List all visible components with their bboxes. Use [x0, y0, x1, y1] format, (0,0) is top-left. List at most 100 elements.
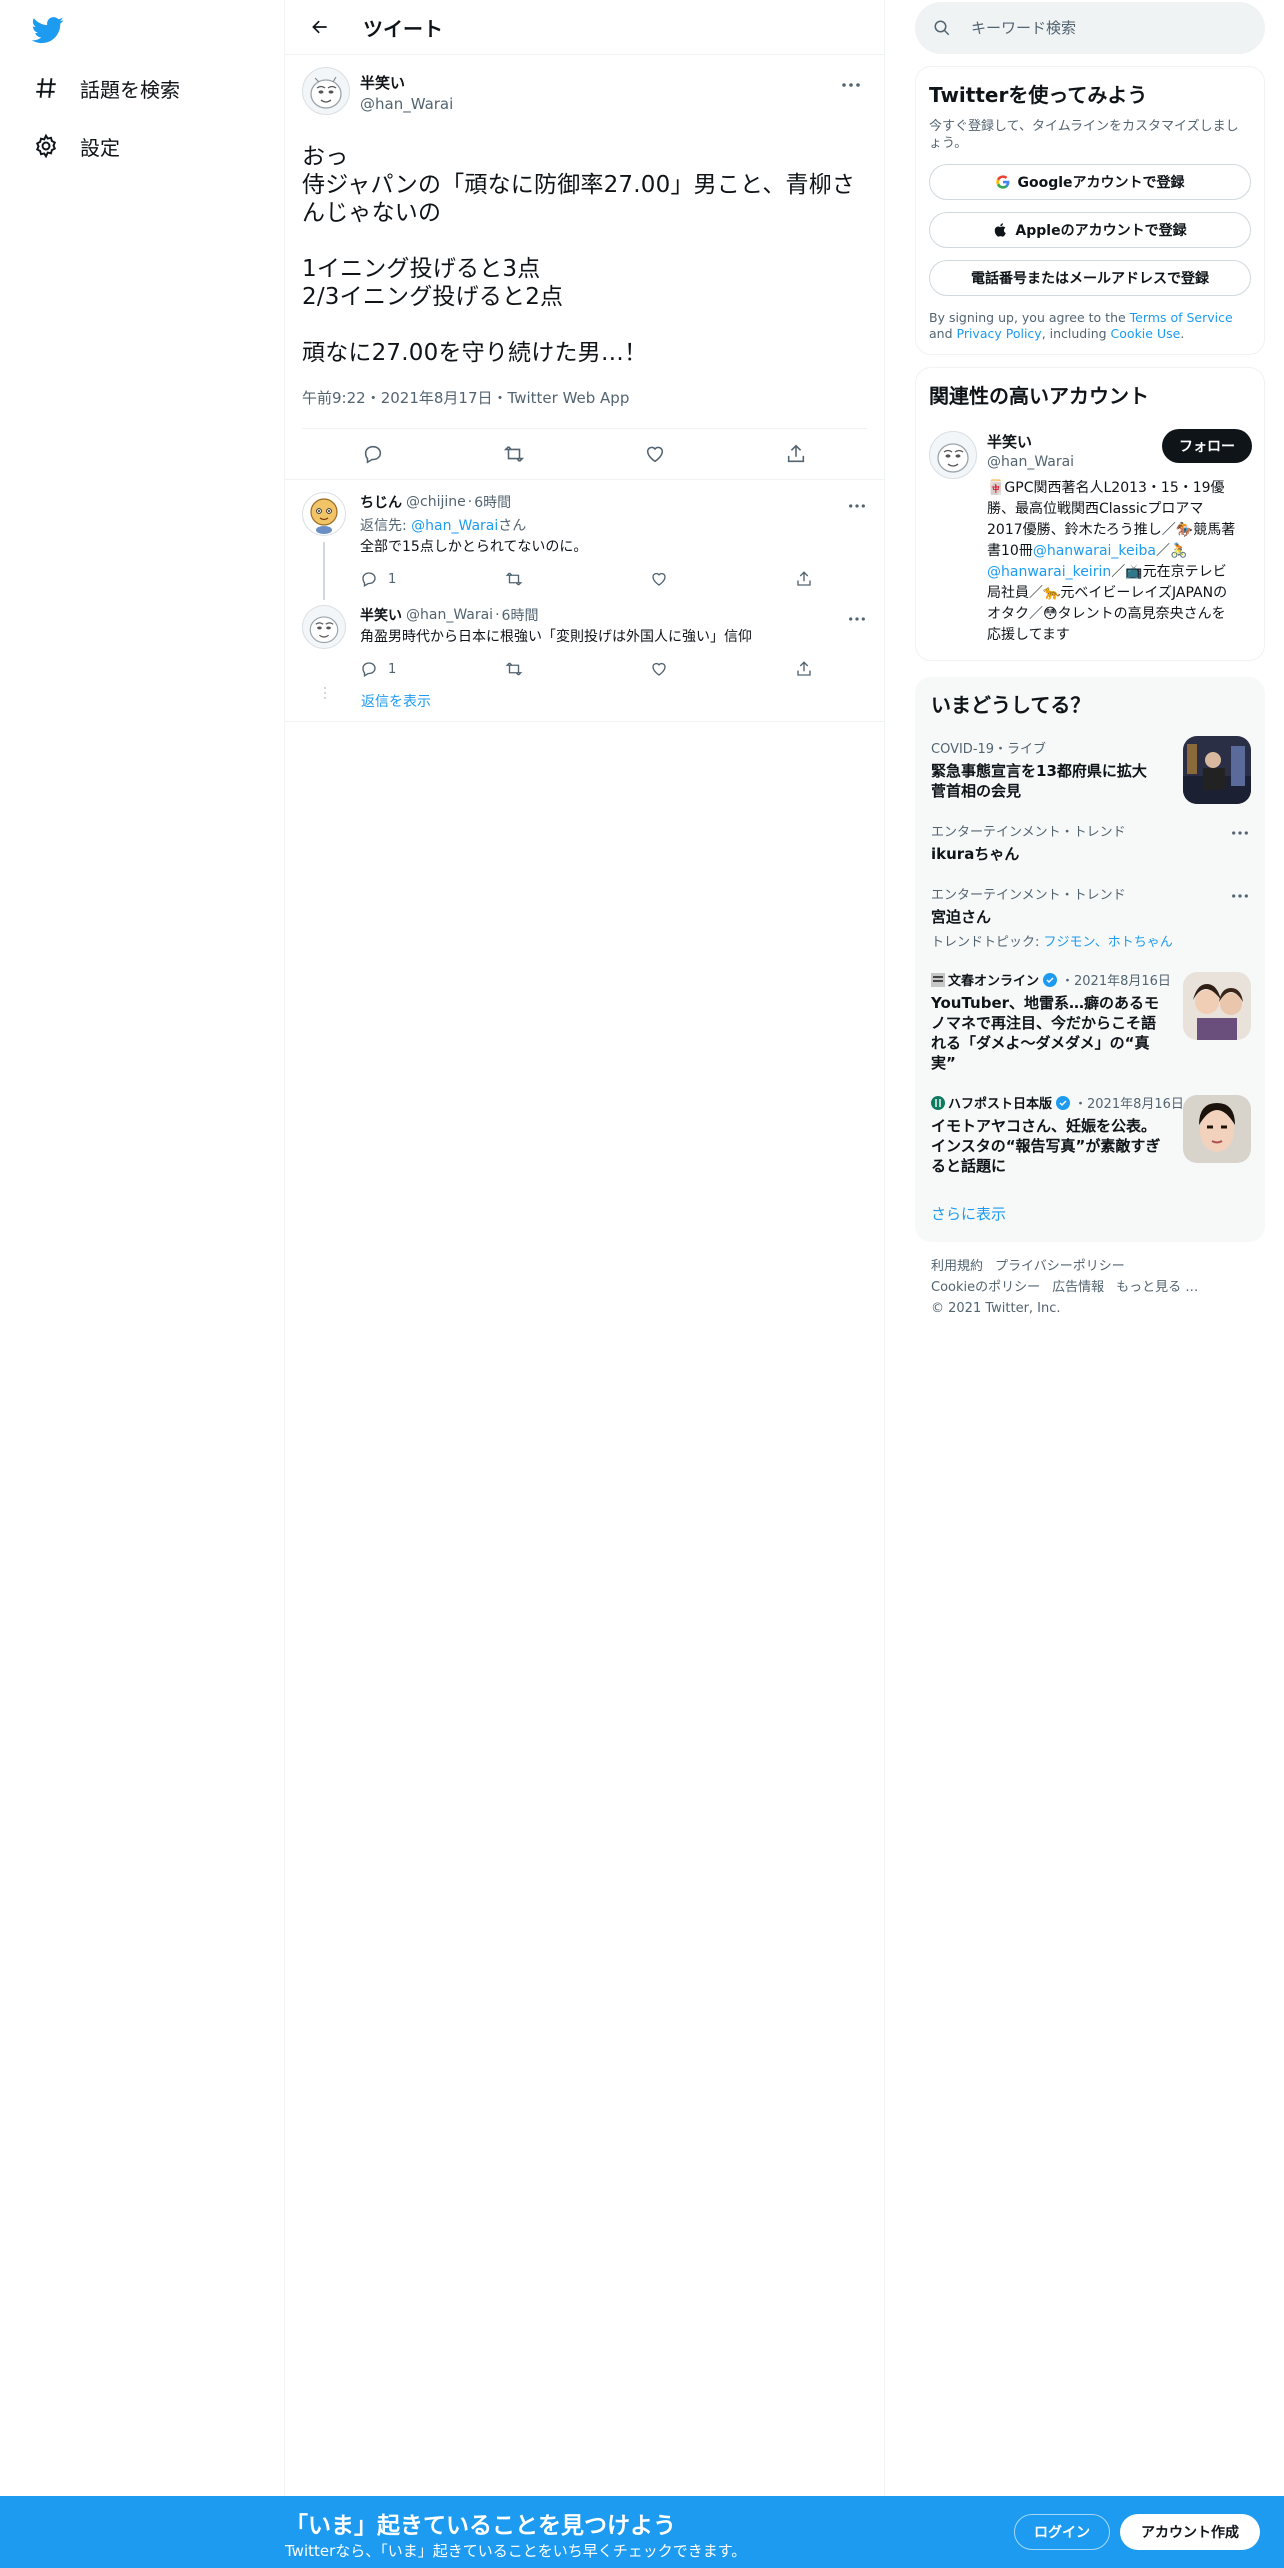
like-button[interactable]: [637, 436, 673, 472]
share-button[interactable]: [778, 436, 814, 472]
footer-link[interactable]: もっと見る …: [1116, 1280, 1198, 1295]
nav-explore[interactable]: 話題を検索: [32, 68, 180, 108]
replying-to-handle[interactable]: @han_Warai: [411, 518, 498, 534]
retweet-button[interactable]: [496, 436, 532, 472]
reply-author-name[interactable]: ちじん: [360, 492, 402, 512]
news-date: ・2021年8月16日: [1074, 1097, 1184, 1112]
tweet-meta: 午前9:22・2021年8月17日・Twitter Web App: [302, 387, 867, 429]
reply-more-button[interactable]: [848, 607, 866, 626]
author-display-name[interactable]: 半笑い: [360, 72, 453, 93]
trend-item[interactable]: エンターテインメント・トレンド ikuraちゃん: [915, 809, 1265, 872]
more-horizontal-icon: [1232, 894, 1248, 898]
footer-link[interactable]: 広告情報: [1052, 1280, 1104, 1295]
replying-to-suffix: さん: [498, 518, 527, 534]
privacy-link[interactable]: Privacy Policy: [957, 326, 1042, 341]
terms-link[interactable]: Terms of Service: [1130, 310, 1233, 325]
reply-more-button[interactable]: [848, 494, 866, 513]
news-source: ハフポスト日本版: [948, 1097, 1053, 1112]
news-title: イモトアヤコさん、妊娠を公表。インスタの“報告写真”が素敵すぎると話題に: [931, 1117, 1161, 1175]
login-button[interactable]: ログイン: [1014, 2514, 1110, 2550]
reply-count: 1: [388, 661, 397, 677]
footer-link[interactable]: プライバシーポリシー: [995, 1259, 1125, 1274]
reply-icon: [362, 662, 376, 677]
tweet-time[interactable]: 午前9:22: [302, 389, 366, 407]
reply-avatar[interactable]: [302, 492, 346, 536]
trend-item[interactable]: エンターテインメント・トレンド 宮迫さん トレンドトピック: フジモン、ホトちゃ…: [915, 872, 1265, 958]
left-navigation: 話題を検索 設定: [0, 0, 285, 2496]
reply-like-button[interactable]: [650, 570, 795, 588]
reply-author-handle[interactable]: @chijine: [406, 494, 466, 510]
google-icon: [996, 175, 1010, 189]
news-item[interactable]: 文春オンライン ・2021年8月16日 YouTuber、地雷系…癖のあるモノマ…: [915, 958, 1265, 1081]
search-icon: [934, 20, 950, 36]
trend-topics-links[interactable]: フジモン、ホトちゃん: [1044, 935, 1173, 950]
follow-button[interactable]: フォロー: [1162, 429, 1252, 463]
trend-more-button[interactable]: [1231, 821, 1249, 840]
search-bar[interactable]: [915, 2, 1265, 54]
trend-more-button[interactable]: [1231, 884, 1249, 903]
back-button[interactable]: [305, 12, 335, 42]
legal-text-2: and: [929, 326, 957, 341]
bottom-signup-bar: 「いま」起きていることを見つけよう Twitterなら、「いま」起きていることを…: [0, 2496, 1284, 2568]
trend-topics: トレンドトピック: フジモン、ホトちゃん: [931, 931, 1249, 950]
related-account[interactable]: 半笑い @han_Warai 🀄GPC関西著名人L2013・15・19優勝、最高…: [929, 429, 1252, 646]
tweet-more-button[interactable]: [836, 75, 866, 95]
reply-time[interactable]: 6時間: [502, 605, 539, 625]
reply-tweet[interactable]: ちじん @chijine · 6時間 返信先: @han_Waraiさん 全部で…: [285, 480, 884, 600]
reply-time[interactable]: 6時間: [474, 492, 511, 512]
search-input[interactable]: [971, 19, 1231, 37]
reply-share-button[interactable]: [795, 660, 835, 678]
create-account-button[interactable]: アカウント作成: [1120, 2514, 1260, 2550]
bio-link-keirin[interactable]: @hanwarai_keirin: [987, 564, 1111, 580]
news-date: ・2021年8月16日: [1061, 974, 1171, 989]
reply-like-button[interactable]: [650, 660, 795, 678]
thread-dots: [324, 687, 326, 699]
author-handle[interactable]: @han_Warai: [360, 95, 453, 113]
trend-topics-prefix: トレンドトピック:: [931, 935, 1044, 950]
avatar-image: [309, 616, 339, 644]
retweet-icon: [503, 446, 525, 462]
more-horizontal-icon: [849, 617, 865, 621]
show-more-trends[interactable]: さらに表示: [915, 1187, 1265, 1242]
reply-actions: 1: [360, 565, 867, 593]
reply-dot: ·: [495, 607, 500, 623]
avatar[interactable]: [302, 67, 350, 115]
legal-text-4: .: [1180, 326, 1185, 341]
twitter-bird-logo[interactable]: [30, 14, 66, 46]
news-item[interactable]: ハフポスト日本版 ・2021年8月16日 イモトアヤコさん、妊娠を公表。インスタ…: [915, 1081, 1265, 1187]
trend-title: 緊急事態宣言を13都府県に拡大 菅首相の会見: [931, 762, 1147, 800]
bio-link-keiba[interactable]: @hanwarai_keiba: [1033, 543, 1156, 559]
more-horizontal-icon: [1232, 831, 1248, 835]
reply-reply-button[interactable]: 1: [360, 570, 505, 588]
reply-author-name[interactable]: 半笑い: [360, 605, 402, 625]
share-icon: [797, 571, 811, 586]
signup-legal: By signing up, you agree to the Terms of…: [929, 310, 1251, 342]
cookie-link[interactable]: Cookie Use: [1111, 326, 1181, 341]
reply-retweet-button[interactable]: [505, 660, 650, 678]
nav-settings[interactable]: 設定: [32, 126, 120, 166]
reply-share-button[interactable]: [795, 570, 835, 588]
related-avatar[interactable]: [929, 431, 977, 479]
replying-to-prefix: 返信先:: [360, 518, 412, 534]
reply-button[interactable]: [355, 436, 391, 472]
verified-badge-icon: [1043, 972, 1058, 987]
apple-icon: [995, 223, 1007, 237]
trend-item[interactable]: COVID-19・ライブ 緊急事態宣言を13都府県に拡大 菅首相の会見: [915, 718, 1265, 809]
google-signup-label: Googleアカウントで登録: [1017, 175, 1185, 191]
reply-reply-button[interactable]: 1: [360, 660, 505, 678]
reply-retweet-button[interactable]: [505, 570, 650, 588]
reply-count: 1: [388, 571, 397, 587]
footer-link[interactable]: 利用規約: [931, 1259, 983, 1274]
thread-line: [323, 542, 325, 600]
phone-email-signup-button[interactable]: 電話番号またはメールアドレスで登録: [929, 260, 1251, 296]
reply-header: ちじん @chijine · 6時間: [360, 492, 867, 512]
apple-signup-label: Appleのアカウントで登録: [1015, 223, 1187, 239]
footer-link[interactable]: Cookieのポリシー: [931, 1280, 1040, 1295]
google-signup-button[interactable]: Googleアカウントで登録: [929, 164, 1251, 200]
tweet-date[interactable]: 2021年8月17日: [381, 389, 493, 407]
apple-signup-button[interactable]: Appleのアカウントで登録: [929, 212, 1251, 248]
show-replies-link[interactable]: 返信を表示: [285, 683, 884, 722]
reply-tweet[interactable]: 半笑い @han_Warai · 6時間 角盈男時代から日本に根強い「変則投げは…: [285, 593, 884, 683]
reply-author-handle[interactable]: @han_Warai: [406, 607, 493, 623]
reply-avatar[interactable]: [302, 605, 346, 649]
